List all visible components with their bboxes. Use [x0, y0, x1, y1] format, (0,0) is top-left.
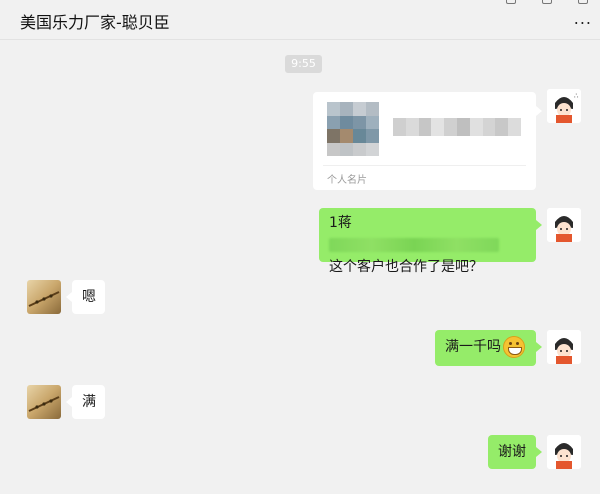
timestamp: 9:55 [285, 55, 322, 73]
message-text: 嗯 [82, 289, 96, 305]
message-text: 1蒋 [329, 215, 352, 231]
message-text: 谢谢 [498, 444, 526, 460]
card-name-blurred [393, 118, 521, 136]
card-divider [323, 165, 526, 166]
contact-avatar[interactable] [27, 385, 61, 419]
window-controls [506, 0, 588, 4]
chat-header: 美国乐力厂家-聪贝臣 ... [0, 0, 600, 40]
more-options-button[interactable]: ... [574, 11, 592, 27]
chat-title: 美国乐力厂家-聪贝臣 [20, 13, 170, 32]
my-avatar[interactable]: ∴ [547, 89, 581, 123]
maximize-icon[interactable] [578, 0, 588, 4]
my-avatar[interactable] [547, 330, 581, 364]
message-text: 这个客户也合作了是吧？ [329, 259, 483, 275]
my-avatar[interactable] [547, 208, 581, 242]
message-bubble-sent[interactable]: 1蒋 这个客户也合作了是吧？ [319, 208, 542, 275]
contact-avatar[interactable] [27, 280, 61, 314]
svg-text:∴: ∴ [574, 92, 579, 100]
contact-card[interactable]: 个人名片 [313, 92, 542, 190]
redacted-text [329, 238, 499, 252]
minimize-icon[interactable] [542, 0, 552, 4]
grinning-emoji-icon [503, 336, 525, 358]
message-bubble-sent[interactable]: 谢谢 [488, 435, 542, 469]
message-text: 满一千吗 [445, 339, 501, 355]
message-text: 满 [82, 394, 96, 410]
card-avatar-blurred [327, 102, 379, 156]
message-bubble-sent[interactable]: 满一千吗 [435, 330, 542, 366]
card-type-label: 个人名片 [327, 175, 367, 186]
pin-icon[interactable] [506, 0, 516, 4]
message-bubble-received[interactable]: 嗯 [66, 280, 105, 314]
my-avatar[interactable] [547, 435, 581, 469]
message-bubble-received[interactable]: 满 [66, 385, 105, 419]
